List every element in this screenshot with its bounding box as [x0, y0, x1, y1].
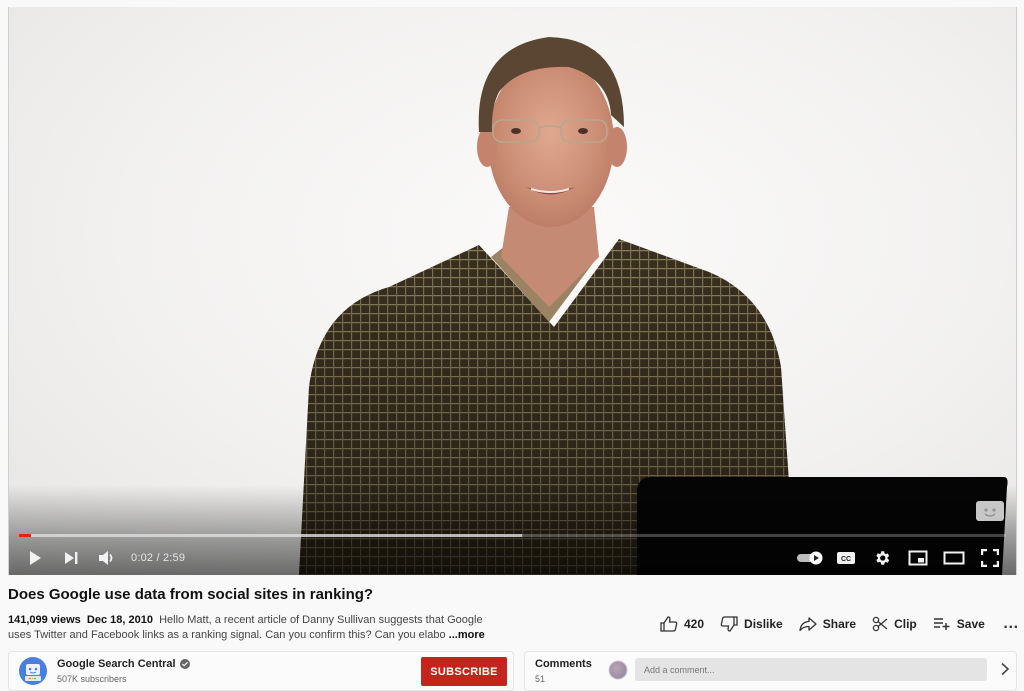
channel-name[interactable]: Google Search Central — [57, 658, 190, 670]
chevron-right-icon[interactable] — [1000, 662, 1010, 676]
upload-date: Dec 18, 2010 — [86, 614, 153, 626]
volume-button[interactable] — [89, 541, 125, 575]
cc-icon: CC — [837, 552, 855, 564]
share-icon — [799, 617, 817, 632]
captions-button[interactable]: CC — [828, 541, 864, 575]
miniplayer-button[interactable] — [900, 541, 936, 575]
next-icon — [65, 552, 78, 564]
fullscreen-button[interactable] — [972, 541, 1008, 575]
video-frame — [299, 37, 1008, 575]
like-button[interactable]: 420 — [660, 616, 704, 632]
play-icon — [30, 551, 41, 565]
channel-avatar[interactable] — [19, 657, 47, 685]
comments-label: Comments — [535, 658, 592, 670]
subscribe-button[interactable]: SUBSCRIBE — [421, 657, 507, 686]
comments-count: 51 — [535, 674, 546, 684]
scissors-icon — [872, 616, 888, 632]
theater-icon — [943, 551, 965, 565]
video-title: Does Google use data from social sites i… — [8, 586, 374, 603]
more-actions-icon[interactable]: … — [1003, 615, 1020, 633]
autoplay-toggle[interactable] — [792, 541, 828, 575]
dislike-button[interactable]: Dislike — [720, 616, 783, 632]
youtube-watch-page: 0:02 / 2:59 CC Does Google use data from… — [0, 0, 1024, 691]
subscriber-count: 507K subscribers — [57, 674, 127, 684]
thumbs-down-icon — [720, 616, 738, 632]
view-count: 141,099 views — [8, 614, 81, 626]
video-description[interactable]: 141,099 views Dec 18, 2010 Hello Matt, a… — [8, 613, 488, 643]
clip-button[interactable]: Clip — [872, 616, 917, 632]
clip-label: Clip — [894, 617, 917, 631]
progress-played — [19, 534, 31, 537]
gear-icon — [876, 551, 890, 565]
time-display: 0:02 / 2:59 — [131, 552, 186, 564]
video-player[interactable]: 0:02 / 2:59 CC — [8, 7, 1017, 575]
channel-card: Google Search Central 507K subscribers S… — [8, 651, 514, 691]
save-label: Save — [956, 617, 985, 631]
share-label: Share — [822, 617, 857, 631]
channel-name-text: Google Search Central — [57, 658, 176, 670]
verified-badge-icon — [179, 659, 190, 669]
next-button[interactable] — [53, 541, 89, 575]
add-comment-input[interactable] — [635, 658, 987, 681]
theater-button[interactable] — [936, 541, 972, 575]
user-avatar — [609, 661, 627, 679]
miniplayer-icon — [908, 550, 928, 566]
player-controls: 0:02 / 2:59 CC — [9, 541, 1016, 575]
play-button[interactable] — [17, 541, 53, 575]
show-more-link[interactable]: ...more — [449, 629, 485, 641]
volume-icon — [99, 551, 113, 565]
fullscreen-icon — [981, 549, 999, 567]
comments-card[interactable]: Comments 51 — [524, 651, 1017, 691]
video-actions: 420 Dislike Share Clip Save … — [660, 613, 1020, 635]
dislike-label: Dislike — [744, 617, 783, 631]
progress-bar[interactable] — [19, 534, 1006, 537]
autoplay-toggle-icon — [797, 551, 823, 565]
channel-watermark-icon[interactable] — [976, 501, 1004, 521]
thumbs-up-icon — [660, 616, 678, 632]
svg-text:CC: CC — [841, 556, 851, 563]
add-to-playlist-icon — [933, 618, 950, 630]
like-count: 420 — [684, 617, 705, 631]
save-button[interactable]: Save — [933, 617, 985, 631]
settings-button[interactable] — [864, 541, 900, 575]
share-button[interactable]: Share — [799, 616, 856, 632]
progress-buffered — [19, 534, 523, 537]
